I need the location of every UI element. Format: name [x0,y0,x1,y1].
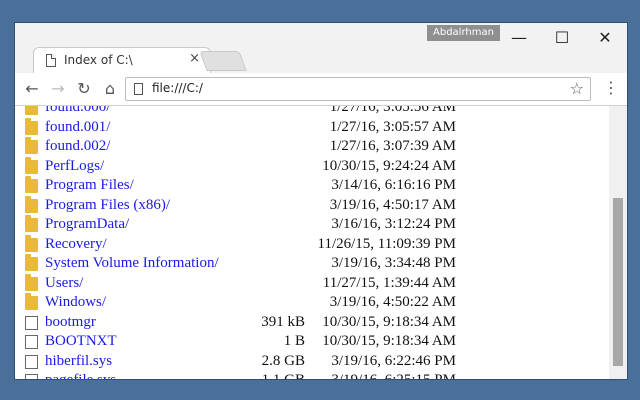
file-row: bootmgr 391 kB 10/30/15, 9:18:34 AM [15,314,609,333]
entry-date: 3/19/16, 4:50:22 AM [329,294,456,310]
tab-title: Index of C:\ [64,53,133,67]
entry-date: 11/26/15, 11:09:39 PM [317,235,457,252]
entry-date: 3/19/16, 3:34:48 PM [331,255,456,271]
entry-date: 1/27/16, 3:05:56 AM [329,106,456,115]
browser-window: Index of C:\ × Abdalrhman — ☐ ✕ ← → ↻ ⌂ … [14,22,628,380]
entry-link[interactable]: Windows/ [45,294,106,311]
folder-row: found.002/1/27/16, 3:07:39 AM [15,137,609,157]
entry-link[interactable]: Users/ [45,275,83,292]
entry-link[interactable]: Program Files (x86)/ [45,197,170,214]
entry-date: 10/30/15, 9:18:34 AM [322,313,456,330]
folder-icon [25,137,38,154]
minimize-button[interactable]: — [499,27,539,49]
folder-row: PerfLogs/10/30/15, 9:24:24 AM [15,156,609,177]
directory-listing: found.000/1/27/16, 3:05:56 AM found.001/1… [15,106,609,379]
entry-size: 1 B [283,333,305,349]
entry-date: 1/27/16, 3:05:57 AM [329,118,456,135]
close-button[interactable]: ✕ [585,27,625,49]
entry-link[interactable]: pagefile.sys [45,372,116,379]
entry-date: 10/30/15, 9:24:24 AM [322,157,456,174]
forward-icon[interactable]: → [47,78,69,100]
entry-date: 1/27/16, 3:07:39 AM [329,138,456,154]
file-row: BOOTNXT 1 B 10/30/15, 9:18:34 AM [15,333,609,352]
back-icon[interactable]: ← [21,78,43,100]
folder-icon [25,273,38,291]
folder-row: Windows/3/19/16, 4:50:22 AM [15,293,609,313]
entry-date: 3/16/16, 3:12:24 PM [331,216,456,232]
folder-icon [25,254,38,271]
folder-row: Program Files/3/14/16, 6:16:16 PM [15,176,609,196]
entry-link[interactable]: Recovery/ [45,236,107,253]
url-text: file:///C:/ [152,81,203,95]
folder-row: ProgramData/3/16/16, 3:12:24 PM [15,215,609,235]
folder-icon [25,176,38,193]
folder-row: Users/11/27/15, 1:39:44 AM [15,273,609,294]
file-icon [25,354,38,369]
entry-link[interactable]: found.002/ [45,138,110,155]
page-icon [134,83,143,95]
entry-date: 3/14/16, 6:16:16 PM [331,177,456,193]
entry-link[interactable]: hiberfil.sys [45,353,112,370]
folder-icon [25,234,38,252]
file-icon [25,374,38,379]
entry-link[interactable]: bootmgr [45,314,96,331]
bookmark-star-icon[interactable]: ☆ [570,79,584,98]
folder-icon [25,106,38,115]
entry-date: 3/19/16, 6:25:15 PM [305,372,456,379]
entry-size: 2.8 GB [261,352,305,369]
folder-icon [25,293,38,310]
file-icon [25,315,38,330]
address-bar[interactable]: file:///C:/ ☆ [125,77,591,101]
entry-size: 391 kB [261,313,305,330]
folder-icon [25,195,38,213]
file-row: hiberfil.sys 2.8 GB 3/19/16, 6:22:46 PM [15,353,609,372]
entry-size: 1.1 GB [215,372,305,379]
tab-close-button[interactable]: × [189,51,200,66]
folder-icon [25,215,38,232]
folder-row: Recovery/11/26/15, 11:09:39 PM [15,234,609,255]
scrollbar-thumb[interactable] [613,198,623,366]
entry-date: 3/19/16, 4:50:17 AM [329,196,456,213]
folder-row: found.000/1/27/16, 3:05:56 AM [15,106,609,118]
folder-row: found.001/1/27/16, 3:05:57 AM [15,117,609,138]
scrollbar[interactable] [609,106,627,379]
reload-icon[interactable]: ↻ [73,78,95,100]
folder-row: System Volume Information/3/19/16, 3:34:… [15,254,609,274]
entry-link[interactable]: BOOTNXT [45,333,117,350]
menu-icon[interactable]: ⋮ [603,78,619,97]
entry-date: 11/27/15, 1:39:44 AM [322,274,456,291]
folder-icon [25,117,38,135]
entry-date: 3/19/16, 6:22:46 PM [331,352,456,369]
maximize-button[interactable]: ☐ [542,27,582,49]
file-icon [25,335,38,349]
toolbar: ← → ↻ ⌂ file:///C:/ ☆ ⋮ [15,73,627,106]
profile-button[interactable]: Abdalrhman [427,25,500,41]
file-row: pagefile.sys 1.1 GB3/19/16, 6:25:15 PM [15,372,609,379]
entry-link[interactable]: found.001/ [45,119,110,136]
entry-link[interactable]: System Volume Information/ [45,255,219,272]
document-icon [46,54,56,67]
tab-active[interactable]: Index of C:\ × [33,47,211,73]
folder-icon [25,156,38,174]
title-bar: Index of C:\ × Abdalrhman — ☐ ✕ [15,23,627,73]
entry-link[interactable]: ProgramData/ [45,216,129,233]
entry-link[interactable]: found.000/ [45,106,110,116]
entry-link[interactable]: Program Files/ [45,177,134,194]
home-icon[interactable]: ⌂ [99,78,121,100]
entry-date: 10/30/15, 9:18:34 AM [322,333,456,349]
folder-row: Program Files (x86)/ 3/19/16, 4:50:17 AM [15,195,609,216]
entry-link[interactable]: PerfLogs/ [45,158,104,175]
new-tab-button[interactable] [199,51,247,71]
